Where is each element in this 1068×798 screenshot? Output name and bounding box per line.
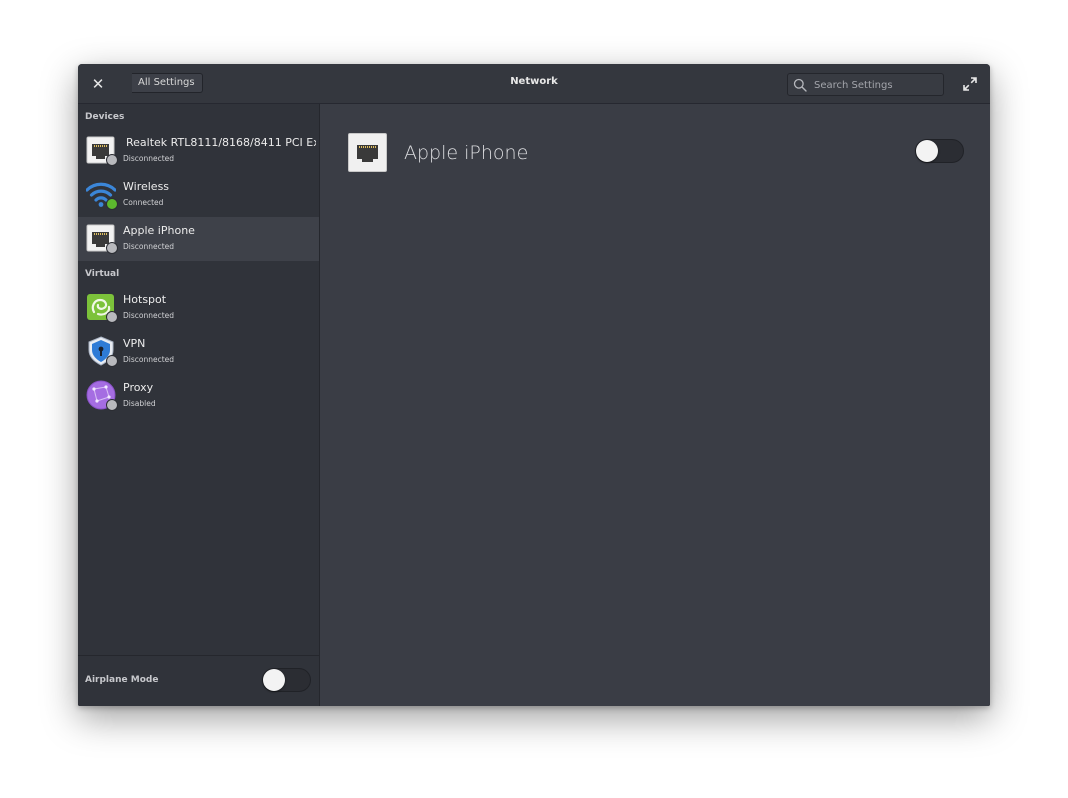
ethernet-icon — [86, 223, 118, 254]
sidebar-item-realtek[interactable]: Realtek RTL8111/8168/8411 PCI Ex... Disc… — [78, 129, 319, 173]
status-indicator — [106, 311, 118, 323]
sidebar-footer: Airplane Mode — [78, 655, 319, 706]
sidebar-item-proxy[interactable]: Proxy Disabled — [78, 374, 319, 418]
sidebar-item-title: Apple iPhone — [123, 224, 195, 237]
content-pane: Apple iPhone — [320, 104, 990, 706]
device-enable-switch[interactable] — [915, 139, 964, 163]
sidebar-item-status: Disconnected — [123, 355, 175, 364]
search-icon — [793, 78, 807, 92]
search-box[interactable] — [787, 73, 944, 96]
sidebar-item-status: Connected — [123, 198, 164, 207]
sidebar-item-vpn[interactable]: VPN Disconnected — [78, 330, 319, 374]
settings-window: ✕ All Settings Network Devices — [78, 64, 990, 706]
virtual-header: Virtual — [85, 269, 120, 279]
device-title: Apple iPhone — [404, 142, 529, 164]
vpn-shield-icon — [86, 336, 118, 367]
wifi-icon — [85, 179, 118, 210]
ethernet-icon — [348, 133, 387, 172]
sidebar-item-hotspot[interactable]: Hotspot Disconnected — [78, 286, 319, 330]
sidebar-item-title: Hotspot — [123, 293, 167, 306]
sidebar-item-title: Wireless — [123, 180, 170, 193]
sidebar-item-status: Disconnected — [123, 242, 175, 251]
sidebar-item-status: Disabled — [123, 399, 156, 408]
airplane-mode-switch[interactable] — [262, 668, 311, 692]
search-input[interactable] — [812, 76, 942, 95]
maximize-icon[interactable] — [963, 77, 977, 91]
switch-knob — [263, 669, 285, 691]
ethernet-icon — [86, 135, 118, 166]
sidebar-item-title: Realtek RTL8111/8168/8411 PCI Ex... — [126, 136, 316, 149]
sidebar-item-status: Disconnected — [123, 311, 175, 320]
sidebar-item-wireless[interactable]: Wireless Connected — [78, 173, 319, 217]
sidebar-item-title: VPN — [123, 337, 146, 350]
status-indicator — [106, 355, 118, 367]
status-indicator — [106, 198, 118, 210]
devices-header: Devices — [85, 112, 125, 122]
titlebar: ✕ All Settings Network — [78, 64, 990, 104]
proxy-globe-icon — [86, 380, 118, 411]
sidebar-item-apple-iphone[interactable]: Apple iPhone Disconnected — [78, 217, 319, 261]
hotspot-icon — [86, 292, 118, 323]
sidebar: Devices Realtek RTL8111/8168/8411 PCI Ex… — [78, 104, 320, 706]
sidebar-item-title: Proxy — [123, 381, 154, 394]
airplane-mode-label: Airplane Mode — [85, 675, 159, 685]
status-indicator — [106, 399, 118, 411]
sidebar-item-status: Disconnected — [123, 154, 175, 163]
status-indicator — [106, 154, 118, 166]
switch-knob — [916, 140, 938, 162]
status-indicator — [106, 242, 118, 254]
